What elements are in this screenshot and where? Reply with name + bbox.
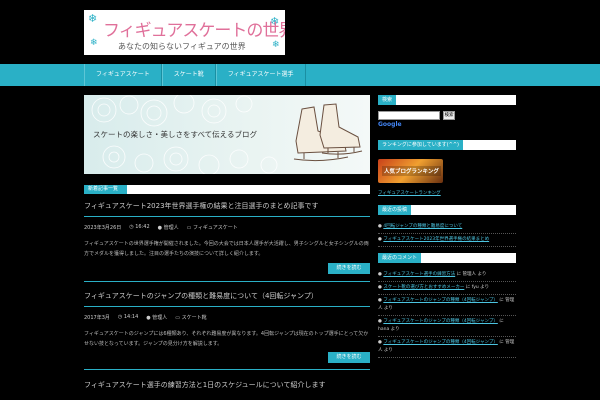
widget-title: 検索 xyxy=(378,95,397,105)
site-title: フィギュアスケートの世界 xyxy=(103,21,285,41)
post-title[interactable]: フィギュアスケート2023年世界選手権の結果と注目選手のまとめ記事です xyxy=(84,201,370,211)
google-logo: Google xyxy=(378,121,402,128)
list-item[interactable]: ● 4回転ジャンプの種類と難易度について xyxy=(378,221,516,234)
post-date: 2023年3月26日 xyxy=(84,225,122,231)
list-item[interactable]: ● フィギュアスケートのジャンプの種類（4回転ジャンプ） に 管理人 より xyxy=(378,337,516,358)
list-item[interactable]: ● フィギュアスケート2023年世界選手権の結果まとめ xyxy=(378,234,516,247)
post-title[interactable]: フィギュアスケートのジャンプの種類と難易度について（4回転ジャンプ） xyxy=(84,291,370,301)
post-meta: 2017年3月 ◷ 14:14 ● 管理人 ▭ スケート靴 xyxy=(84,314,370,321)
post-card: フィギュアスケート選手の練習方法と1日のスケジュールについて紹介します xyxy=(84,380,370,390)
site-header: ❄ ❄ ❄ ❄ フィギュアスケートの世界 あなたの知らないフィギュアの世界 xyxy=(0,0,600,64)
snowflake-icon: ❄ xyxy=(90,38,98,48)
post-excerpt: フィギュアスケートのジャンプには6種類あり、それぞれ難易度が異なります。4回転ジ… xyxy=(84,331,369,347)
widget-header: ランキングに参加しています(^^) xyxy=(378,140,516,150)
ranking-link[interactable]: フィギュアスケートランキング xyxy=(378,190,516,196)
hero-banner: スケートの楽しさ・美しさをすべて伝えるブログ xyxy=(84,95,370,174)
divider xyxy=(84,216,370,217)
widget-header: 最近のコメント xyxy=(378,253,516,263)
skate-boot-icon xyxy=(293,103,363,162)
read-more-button[interactable]: 続きを読む xyxy=(328,352,370,363)
user-icon[interactable]: ● 管理人 xyxy=(146,314,167,321)
list-item[interactable]: ● フィギュアスケートのジャンプの種類（4回転ジャンプ） に 管理人 より xyxy=(378,295,516,316)
divider xyxy=(84,306,370,307)
folder-icon[interactable]: ▭ スケート靴 xyxy=(175,314,206,321)
site-logo[interactable]: ❄ ❄ ❄ ❄ フィギュアスケートの世界 あなたの知らないフィギュアの世界 xyxy=(84,10,285,55)
widget-header: 最近の投稿 xyxy=(378,205,516,215)
divider xyxy=(84,281,370,282)
folder-icon[interactable]: ▭ フィギュアスケート xyxy=(187,224,238,231)
search-input[interactable] xyxy=(378,111,440,120)
widget-header: 検索 xyxy=(378,95,516,105)
list-item[interactable]: ● フィギュアスケート選手の練習方法 に 管理人 より xyxy=(378,269,516,282)
section-label: 新着記事一覧 xyxy=(84,185,127,194)
clock-icon: ◷ 16:42 xyxy=(129,224,150,230)
nav-item-figure-skating[interactable]: フィギュアスケート xyxy=(84,64,162,86)
list-item[interactable]: ● スケート靴の選び方とおすすめメーカー に fyu より xyxy=(378,282,516,295)
section-header: 新着記事一覧 xyxy=(84,185,370,194)
post-title[interactable]: フィギュアスケート選手の練習方法と1日のスケジュールについて紹介します xyxy=(84,380,370,390)
search-form: 検索 xyxy=(378,111,516,120)
user-icon[interactable]: ● 管理人 xyxy=(158,224,179,231)
recent-posts-list: ● 4回転ジャンプの種類と難易度について ● フィギュアスケート2023年世界選… xyxy=(378,221,516,247)
clock-icon: ◷ 14:14 xyxy=(117,314,139,320)
widget-title: 最近のコメント xyxy=(378,253,422,263)
post-excerpt: フィギュアスケートの世界選手権が開催されました。今回の大会では日本人選手が大活躍… xyxy=(84,241,369,257)
read-more-button[interactable]: 続きを読む xyxy=(328,263,370,274)
post-meta: 2023年3月26日 ◷ 16:42 ● 管理人 ▭ フィギュアスケート xyxy=(84,224,370,231)
nav-item-skate-shoes[interactable]: スケート靴 xyxy=(161,64,216,86)
ranking-banner[interactable]: 人気ブログランキング xyxy=(378,159,443,183)
widget-title: ランキングに参加しています(^^) xyxy=(378,140,463,150)
search-button[interactable]: 検索 xyxy=(443,111,455,120)
snowflake-icon: ❄ xyxy=(88,12,98,25)
post-date: 2017年3月 xyxy=(84,315,110,321)
main-nav: フィギュアスケート スケート靴 フィギュアスケート選手 xyxy=(0,64,600,86)
post-card: フィギュアスケート2023年世界選手権の結果と注目選手のまとめ記事です 2023… xyxy=(84,201,370,282)
snowflake-icon: ❄ xyxy=(272,40,280,50)
divider xyxy=(84,369,370,370)
nav-item-skaters[interactable]: フィギュアスケート選手 xyxy=(215,64,306,86)
recent-comments-list: ● フィギュアスケート選手の練習方法 に 管理人 より ● スケート靴の選び方と… xyxy=(378,269,516,358)
site-subtitle: あなたの知らないフィギュアの世界 xyxy=(118,42,246,51)
widget-title: 最近の投稿 xyxy=(378,205,412,215)
hero-tagline: スケートの楽しさ・美しさをすべて伝えるブログ xyxy=(93,130,257,139)
sidebar: 検索 検索 Google ランキングに参加しています(^^) 人気ブログランキン… xyxy=(378,95,516,358)
post-card: フィギュアスケートのジャンプの種類と難易度について（4回転ジャンプ） 2017年… xyxy=(84,291,370,370)
list-item[interactable]: ● フィギュアスケートのジャンプの種類（4回転ジャンプ） に hana より xyxy=(378,316,516,337)
